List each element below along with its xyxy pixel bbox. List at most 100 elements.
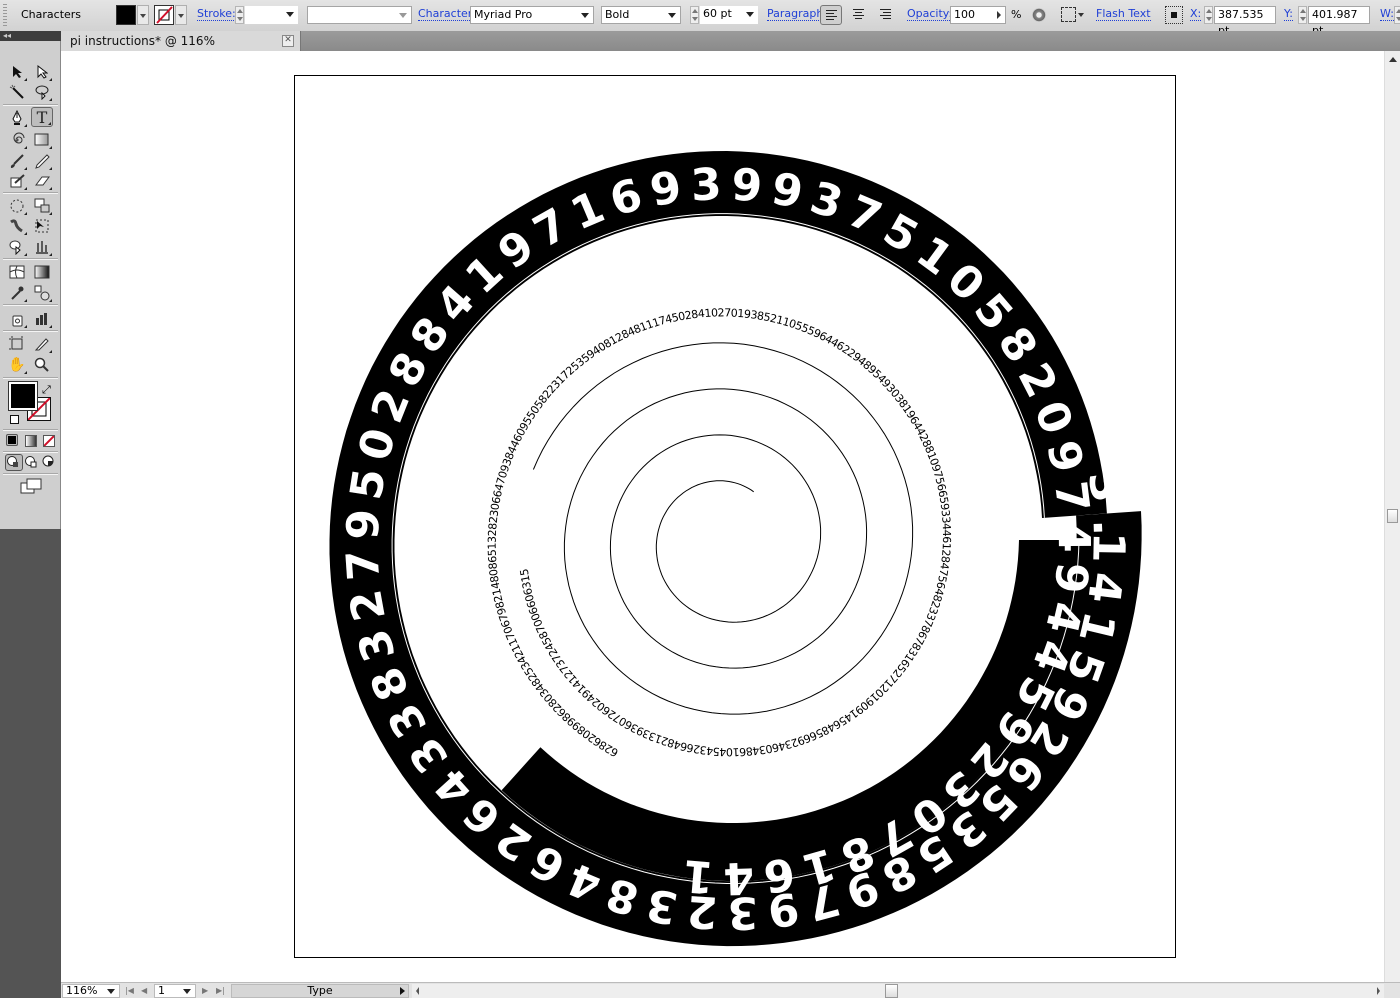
type-tool-icon[interactable]: T — [31, 107, 53, 127]
tools-panel-collapse[interactable]: ◂◂ — [0, 31, 61, 41]
style-field[interactable] — [307, 6, 412, 24]
first-page-icon[interactable]: |◀ — [125, 986, 134, 995]
pi-digit-large: 9 — [730, 160, 763, 213]
pi-digit-large: 7 — [1044, 478, 1098, 515]
opacity-field[interactable]: 100 — [950, 6, 1006, 24]
eyedropper-tool-icon[interactable] — [6, 283, 28, 303]
rectangle-tool-icon[interactable] — [31, 130, 53, 150]
screen-mode-button[interactable] — [20, 478, 42, 497]
document-tab[interactable]: pi instructions* @ 116% (CMYK/Outline) ✕ — [61, 31, 301, 68]
x-field[interactable]: 387.535 pt — [1214, 6, 1276, 37]
flash-text-button[interactable]: Flash Text — [1096, 8, 1151, 21]
align-center-button[interactable] — [848, 5, 870, 25]
direct-selection-tool-icon[interactable] — [31, 62, 53, 82]
align-right-button[interactable] — [875, 5, 897, 25]
chevron-down-icon[interactable] — [1078, 13, 1084, 17]
none-mode-button[interactable] — [43, 435, 55, 447]
stroke-weight-field[interactable] — [245, 6, 298, 24]
slice-tool-icon[interactable] — [31, 334, 53, 354]
opacity-label[interactable]: Opacity: — [907, 8, 953, 21]
chevron-down-icon — [668, 13, 676, 18]
close-icon[interactable]: ✕ — [282, 35, 294, 47]
blob-brush-tool-icon[interactable] — [6, 171, 28, 191]
swap-fill-stroke-icon[interactable]: ⤢ — [42, 383, 51, 397]
fill-dropdown[interactable] — [137, 5, 149, 25]
horizontal-scrollbar[interactable] — [412, 984, 1384, 998]
chevron-right-icon — [997, 11, 1001, 19]
stroke-dropdown[interactable] — [175, 5, 187, 25]
fill-color-box[interactable] — [8, 381, 38, 411]
status-bar: 116% |◀ ◀ 1 ▶ ▶| Type — [61, 982, 1400, 998]
tools-panel: ◂◂ T ✋ ⤢ — [0, 31, 61, 998]
pi-spiral-artwork[interactable]: 3.14159265358979323846264338327950288419… — [61, 51, 1384, 982]
last-page-icon[interactable]: ▶| — [216, 986, 225, 995]
font-size-field[interactable]: 60 pt — [700, 6, 758, 24]
hand-tool-icon[interactable]: ✋ — [6, 355, 28, 375]
align-left-button[interactable] — [820, 5, 842, 25]
vertical-scroll-thumb[interactable] — [1387, 509, 1398, 523]
draw-normal-button[interactable] — [5, 454, 23, 471]
previous-page-icon[interactable]: ◀ — [141, 986, 147, 995]
artboard-tool-icon[interactable] — [6, 334, 28, 354]
page-select[interactable]: 1 — [154, 984, 196, 998]
canvas[interactable]: 3.14159265358979323846264338327950288419… — [61, 51, 1384, 982]
no-stroke-icon — [156, 6, 173, 24]
stroke-swatch[interactable] — [154, 5, 174, 25]
scroll-up-arrow-icon[interactable] — [1389, 57, 1397, 62]
eraser-tool-icon[interactable] — [31, 171, 53, 191]
mesh-tool-icon[interactable] — [6, 262, 28, 282]
scale-tool-icon[interactable] — [31, 196, 53, 216]
status-menu-arrow-icon[interactable] — [400, 987, 405, 995]
draw-inside-button[interactable] — [42, 455, 56, 471]
lasso-tool-icon[interactable] — [31, 82, 53, 102]
stroke-label[interactable]: Stroke: — [197, 8, 236, 21]
isolate-object-icon[interactable] — [1061, 7, 1076, 22]
blend-tool-icon[interactable] — [31, 283, 53, 303]
zoom-select[interactable]: 116% — [62, 984, 120, 998]
y-field[interactable]: 401.987 pt — [1308, 6, 1370, 37]
vertical-scrollbar[interactable] — [1384, 51, 1400, 982]
spiral-tool-icon[interactable] — [6, 130, 28, 150]
x-label[interactable]: X: — [1190, 8, 1202, 21]
symbol-sprayer-tool-icon[interactable] — [6, 237, 28, 257]
scroll-right-arrow-icon[interactable] — [1377, 987, 1380, 995]
font-family-select[interactable]: Myriad Pro — [470, 6, 594, 24]
gradient-mode-button[interactable] — [25, 435, 37, 447]
pencil-tool-icon[interactable] — [31, 151, 53, 171]
y-stepper[interactable] — [1298, 6, 1307, 24]
font-size-stepper[interactable] — [690, 6, 699, 24]
w-label[interactable]: W: — [1380, 8, 1394, 21]
warp-tool-icon[interactable] — [6, 216, 28, 236]
pi-digit-small: 5 — [518, 568, 532, 577]
w-stepper[interactable] — [1394, 6, 1400, 24]
y-label[interactable]: Y: — [1284, 8, 1293, 21]
column-graph-tool-icon[interactable] — [31, 237, 53, 257]
character-label[interactable]: Character: — [418, 8, 476, 21]
column-graph-icon[interactable] — [31, 309, 53, 329]
fill-swatch[interactable] — [116, 5, 136, 25]
panel-grip[interactable] — [3, 4, 7, 26]
symbol-sprayer-can-icon[interactable] — [6, 309, 28, 329]
font-style-select[interactable]: Bold — [601, 6, 681, 24]
zoom-tool-icon[interactable] — [31, 355, 53, 375]
paragraph-label[interactable]: Paragraph: — [767, 8, 828, 21]
selection-tool-icon[interactable] — [6, 62, 28, 82]
magic-wand-tool-icon[interactable] — [6, 82, 28, 102]
scroll-left-arrow-icon[interactable] — [416, 987, 419, 995]
reference-point-icon[interactable] — [1165, 6, 1183, 24]
draw-behind-button[interactable] — [24, 455, 38, 471]
next-page-icon[interactable]: ▶ — [202, 986, 208, 995]
status-tool-display[interactable]: Type — [231, 984, 409, 998]
x-stepper[interactable] — [1204, 6, 1213, 24]
paintbrush-tool-icon[interactable] — [6, 151, 28, 171]
rotate-tool-icon[interactable] — [6, 196, 28, 216]
default-colors-icon[interactable] — [10, 415, 19, 424]
pen-tool-icon[interactable] — [6, 108, 28, 128]
free-transform-tool-icon[interactable] — [31, 216, 53, 236]
gradient-tool-icon[interactable] — [31, 262, 53, 282]
color-mode-button[interactable] — [6, 434, 18, 446]
horizontal-scroll-thumb[interactable] — [885, 984, 898, 998]
recolor-artwork-icon[interactable] — [1032, 8, 1046, 22]
stroke-weight-stepper[interactable] — [235, 6, 244, 24]
separator — [3, 330, 58, 332]
